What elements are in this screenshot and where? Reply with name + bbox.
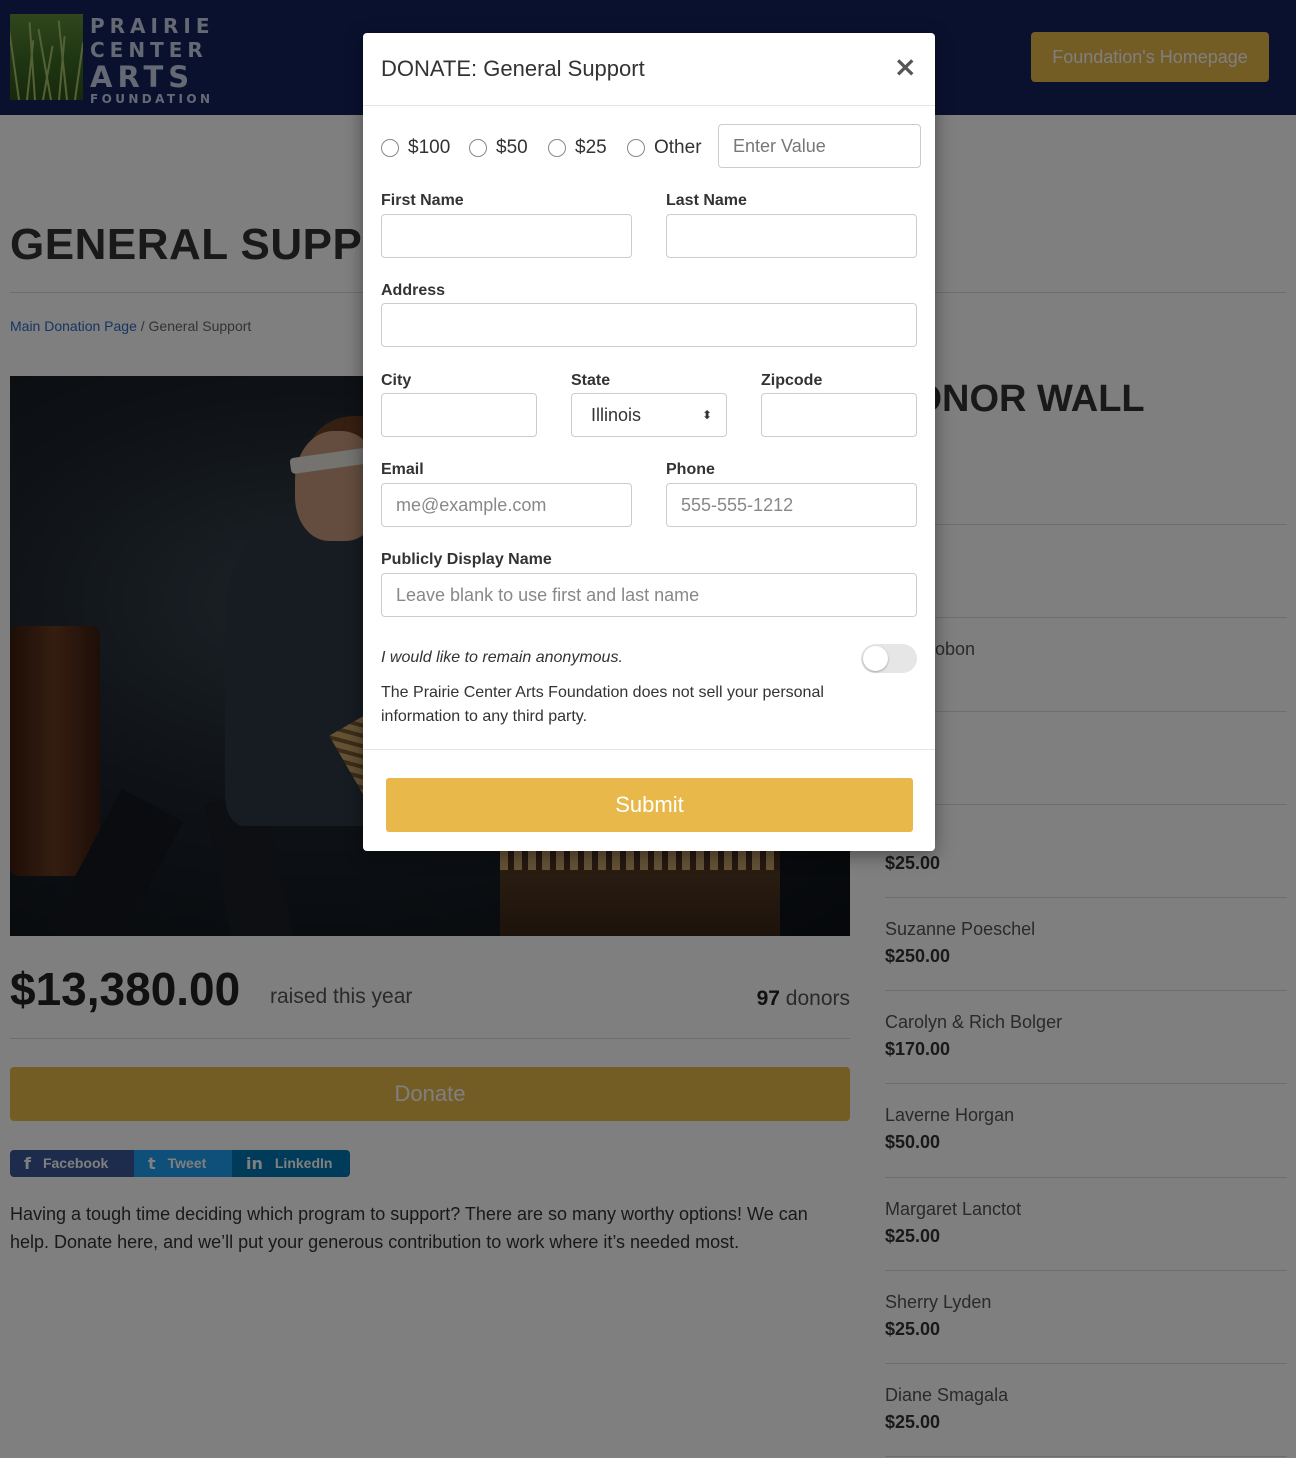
email-input[interactable]: me@example.com [381, 483, 632, 527]
modal-title: DONATE: General Support [381, 56, 645, 81]
toggle-knob [863, 646, 888, 671]
privacy-notice: The Prairie Center Arts Foundation does … [381, 684, 824, 725]
amount-label: $25 [575, 137, 607, 158]
modal-header: DONATE: General Support × [363, 33, 935, 106]
donate-modal: DONATE: General Support × $100 $50 $25 O… [363, 33, 935, 851]
email-label: Email [381, 461, 424, 478]
state-select[interactable]: Illinois ⬍ [571, 393, 727, 437]
amount-radio-25[interactable]: $25 [548, 137, 607, 159]
radio-circle-icon [469, 139, 487, 157]
submit-button[interactable]: Submit [386, 778, 913, 832]
close-icon[interactable]: × [894, 53, 917, 81]
city-label: City [381, 372, 412, 389]
first-name-label: First Name [381, 192, 464, 209]
radio-circle-icon [627, 139, 645, 157]
zipcode-label: Zipcode [761, 372, 823, 389]
amount-options: $100 $50 $25 Other Enter Value [381, 124, 921, 168]
amount-label: $100 [408, 137, 451, 158]
anonymous-label: I would like to remain anonymous. [381, 649, 623, 666]
amount-radio-50[interactable]: $50 [469, 137, 528, 159]
last-name-label: Last Name [666, 192, 747, 209]
address-input[interactable] [381, 303, 917, 347]
radio-circle-icon [548, 139, 566, 157]
state-label: State [571, 372, 611, 389]
select-arrows-icon: ⬍ [701, 408, 712, 422]
first-name-input[interactable] [381, 214, 632, 258]
state-value: Illinois [591, 405, 642, 425]
amount-radio-100[interactable]: $100 [381, 137, 450, 159]
address-label: Address [381, 282, 446, 299]
zipcode-input[interactable] [761, 393, 917, 437]
amount-label: $50 [496, 137, 528, 158]
display-name-label: Publicly Display Name [381, 551, 552, 568]
phone-label: Phone [666, 461, 715, 478]
city-input[interactable] [381, 393, 537, 437]
last-name-input[interactable] [666, 214, 917, 258]
other-amount-input[interactable]: Enter Value [718, 124, 921, 168]
amount-radio-other[interactable]: Other [627, 137, 702, 159]
phone-input[interactable]: 555-555-1212 [666, 483, 917, 527]
divider [363, 749, 935, 750]
radio-circle-icon [381, 139, 399, 157]
amount-label: Other [654, 137, 702, 158]
display-name-input[interactable]: Leave blank to use first and last name [381, 573, 917, 617]
anonymous-toggle[interactable] [861, 644, 917, 673]
